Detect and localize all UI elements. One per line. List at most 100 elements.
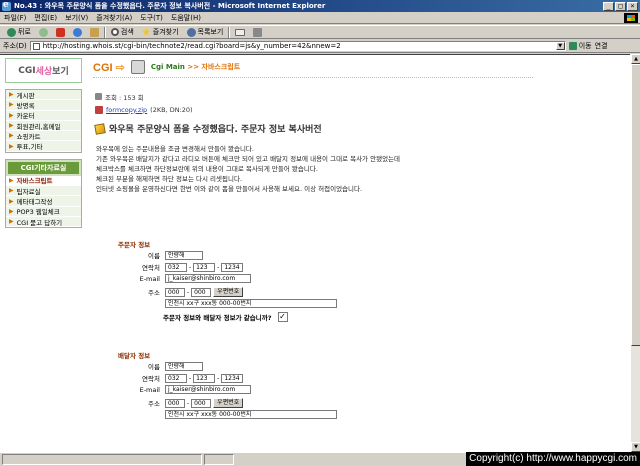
minimize-button[interactable]: _ [603, 1, 614, 11]
orderer-name-input[interactable]: 안량해 [165, 250, 203, 260]
print-button[interactable] [250, 27, 265, 37]
menu-favorites[interactable]: 즐겨찾기(A) [92, 13, 136, 23]
receiver-phone3-input[interactable]: 1234 [221, 373, 244, 383]
sidebar-item-tips[interactable]: ▶ 팁자료실 [6, 186, 81, 197]
orderer-name-row: 이름 안량해 [120, 250, 203, 260]
receiver-address-input[interactable]: 인천시 xx구 xxx동 000-00번지 [165, 410, 337, 419]
orderer-zip1-input[interactable]: 000 [165, 287, 185, 297]
orderer-name-label: 이름 [148, 252, 160, 260]
site-logo[interactable]: CGI 세상 보기 [5, 58, 82, 83]
same-info-checkbox[interactable]: ✓ [277, 312, 288, 322]
back-arrow-icon [7, 27, 16, 37]
orderer-phone1-input[interactable]: 032 [165, 262, 187, 272]
scroll-up-icon[interactable]: ▲ [631, 54, 640, 64]
scroll-thumb[interactable] [631, 64, 640, 346]
forward-button[interactable] [36, 27, 51, 37]
breadcrumb-separator: >> [187, 63, 200, 71]
orderer-address-input[interactable]: 인천시 xx구 xxx동 000-00번지 [165, 299, 337, 308]
menu-view[interactable]: 보기(V) [61, 13, 92, 23]
url-dropdown-icon[interactable]: ▼ [555, 42, 565, 50]
sidebar-item-label: CGI 묻고 답하기 [16, 218, 63, 227]
history-label: 목록보기 [197, 28, 224, 36]
url-input[interactable]: http://hosting.whois.st/cgi-bin/technote… [29, 41, 566, 51]
attachment-icon [95, 105, 103, 114]
menu-file[interactable]: 파일(F) [0, 13, 30, 23]
cgi-logo[interactable]: CGI ⇨ [93, 61, 125, 74]
sidebar-item-vote[interactable]: ▶ 투표,기타 [6, 141, 81, 152]
orderer-email-input[interactable]: j_kaiser@shinbiro.com [165, 274, 251, 283]
receiver-zip-button[interactable]: 우편번호 [213, 398, 244, 408]
page-icon [32, 42, 40, 50]
sidebar-item-pop3[interactable]: ▶ POP3 웹일체크 [6, 207, 81, 217]
views-count: 조회 : 153 회 [105, 93, 144, 102]
maximize-button[interactable]: □ [615, 1, 626, 11]
receiver-zip1-input[interactable]: 000 [165, 398, 185, 408]
dash: - [187, 399, 190, 407]
go-button[interactable]: 이동 [568, 41, 592, 51]
arrow-icon: ▶ [9, 176, 14, 184]
dash: - [217, 263, 220, 271]
breadcrumb-main[interactable]: Cgi Main [151, 63, 185, 71]
sidebar-item-counter[interactable]: ▶ 카운터 [6, 111, 81, 121]
receiver-name-row: 이름 안량해 [120, 361, 203, 371]
receiver-name-input[interactable]: 안량해 [165, 361, 203, 371]
body-line: 체크박스를 체크하면 하단정보란에 위의 내용이 그대로 복사되게 만들어 봤습… [96, 165, 318, 173]
ie-icon [2, 0, 11, 11]
mail-button[interactable] [232, 28, 248, 36]
menu-edit[interactable]: 편집(E) [30, 13, 61, 23]
orderer-address-label: 주소 [148, 289, 160, 297]
logo-sesang: 세상 [35, 67, 53, 77]
history-button[interactable]: 목록보기 [184, 27, 227, 37]
menu-help[interactable]: 도움말(H) [167, 13, 205, 23]
attachment-link[interactable]: formcopy.zip [106, 106, 147, 114]
receiver-email-input[interactable]: j_kaiser@shinbiro.com [165, 385, 251, 394]
window-title-bar[interactable]: No.43 : 와우목 주문양식 폼을 수정했읍다. 주문자 정보 복사버전 -… [0, 0, 640, 12]
sidebar-item-javascript[interactable]: ▶ 자바스크립트 [6, 175, 81, 187]
orderer-zip-button[interactable]: 우편번호 [213, 287, 244, 297]
search-button[interactable]: 검색 [108, 27, 137, 37]
page-header: CGI ⇨ Cgi Main >> 자바스크립트 [93, 60, 240, 74]
menu-bar: 파일(F) 편집(E) 보기(V) 즐겨찾기(A) 도구(T) 도움말(H) [0, 12, 640, 24]
sidebar-item-cart[interactable]: ▶ 쇼핑카트 [6, 131, 81, 142]
back-button[interactable]: 뒤로 [4, 27, 34, 37]
sidebar-item-label: 투표,기타 [16, 143, 43, 152]
toolbar: 뒤로 검색 즐겨찾기 목록보기 [0, 25, 640, 39]
sidebar-item-members[interactable]: ▶ 회원관리,홈메일 [6, 121, 81, 132]
sidebar-item-label: 방명록 [16, 101, 35, 110]
orderer-email-row: E-mail j_kaiser@shinbiro.com [120, 274, 251, 283]
favorites-button[interactable]: 즐겨찾기 [139, 27, 182, 37]
sidebar-item-metatag[interactable]: ▶ 메타태그작성 [6, 196, 81, 207]
receiver-zip2-input[interactable]: 000 [191, 398, 212, 408]
sidebar-item-label: 쇼핑카트 [16, 132, 41, 141]
sidebar-group-title: CGI기타자료실 [6, 159, 81, 176]
refresh-icon [72, 27, 82, 37]
refresh-button[interactable] [70, 27, 85, 37]
sidebar-item-label: 게시판 [16, 91, 35, 100]
sidebar-item-board[interactable]: ▶ 게시판 [6, 90, 81, 101]
orderer-phone2-input[interactable]: 123 [193, 262, 216, 272]
orderer-zip2-input[interactable]: 000 [191, 287, 212, 297]
menu-tools[interactable]: 도구(T) [136, 13, 167, 23]
forward-arrow-icon [38, 27, 48, 37]
toolbar-separator [228, 26, 231, 38]
receiver-phone2-input[interactable]: 123 [193, 373, 216, 383]
home-icon [89, 27, 99, 37]
sidebar-item-qna[interactable]: ▶ CGI 묻고 답하기 [6, 217, 81, 228]
body-line: 와우목에 있는 주문내용을 조금 변경해서 만들어 봤습니다. [96, 145, 254, 153]
vertical-scrollbar[interactable]: ▲ ▼ [630, 54, 640, 452]
stop-button[interactable] [53, 27, 68, 37]
home-button[interactable] [87, 27, 102, 37]
mail-icon [235, 28, 246, 36]
breadcrumb: Cgi Main >> 자바스크립트 [151, 62, 240, 72]
orderer-phone3-input[interactable]: 1234 [221, 262, 244, 272]
sidebar-menu-etc: CGI기타자료실 ▶ 자바스크립트 ▶ 팁자료실 ▶ 메타태그작성 ▶ POP3 웹일체… [5, 158, 82, 229]
arrow-icon: ▶ [9, 132, 14, 140]
receiver-phone1-input[interactable]: 032 [165, 373, 187, 383]
close-button[interactable]: × [627, 1, 638, 11]
cgi-logo-text: CGI [93, 61, 113, 74]
print-icon [253, 27, 263, 37]
scroll-down-icon[interactable]: ▼ [631, 442, 640, 452]
sidebar-item-guestbook[interactable]: ▶ 방명록 [6, 100, 81, 111]
arrow-icon: ▶ [9, 111, 14, 119]
links-label[interactable]: 연결 [595, 41, 608, 51]
